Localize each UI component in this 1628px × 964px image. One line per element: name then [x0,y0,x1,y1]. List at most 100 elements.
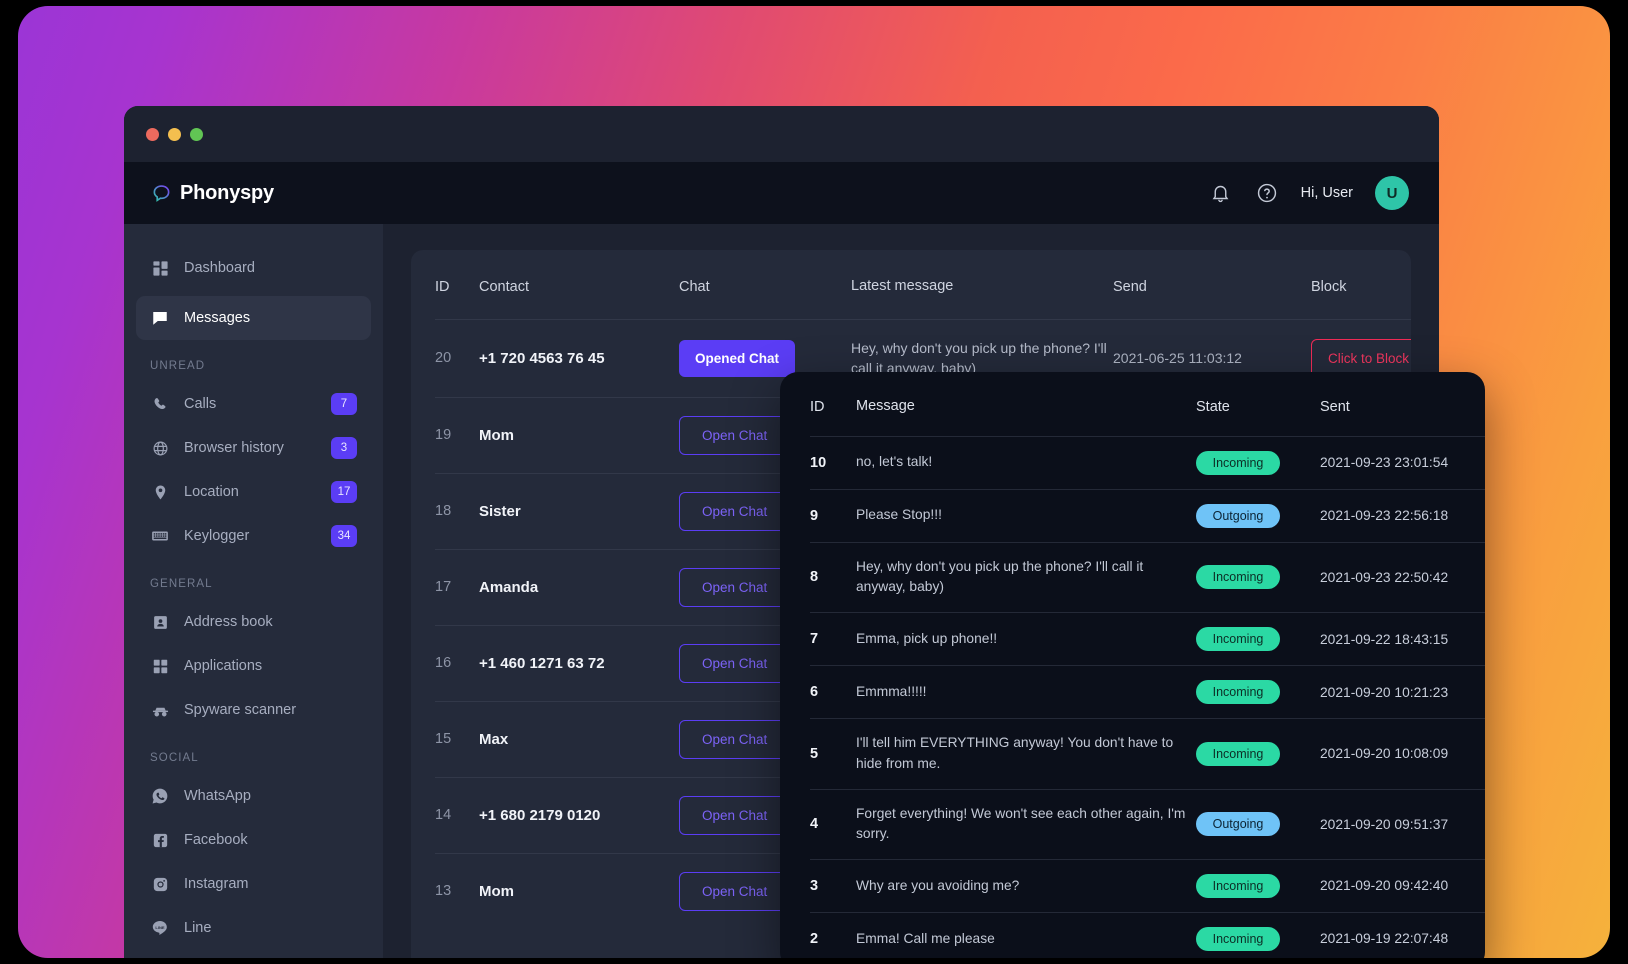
cell-id: 7 [810,612,856,666]
minimize-dot[interactable] [168,127,181,141]
cell-sent: 2021-09-20 09:51:37 [1320,788,1485,860]
column-header-sent: Sent [1320,398,1350,415]
column-header-send: Send [1113,278,1147,295]
svg-text:LINE: LINE [155,925,165,930]
open-chat-button[interactable]: Open Chat [679,795,791,835]
sidebar-item-label: Applications [184,658,263,674]
column-header-id: ID [810,398,825,415]
cell-id: 14 [435,776,479,854]
cell-id: 10 [810,435,856,490]
sidebar-item-line[interactable]: LINE Line [136,906,371,950]
bell-icon[interactable] [1209,181,1233,205]
cell-message: Please Stop!!! [856,488,1196,543]
cell-sent: 2021-09-23 23:01:54 [1320,435,1485,490]
sidebar-item-label: WhatsApp [184,788,251,804]
state-badge: Incoming [1196,741,1280,766]
brand-logo[interactable]: Phonyspy [152,182,274,205]
cell-sent: 2021-09-22 18:43:15 [1320,612,1485,666]
sidebar-item-address-book[interactable]: Address book [136,600,371,644]
message-row: 5 I'll tell him EVERYTHING anyway! You do… [810,718,1485,789]
cell-contact: +1 680 2179 0120 [479,776,679,854]
gradient-backdrop: Phonyspy Hi, User U Dashboard Messages U… [18,6,1610,958]
message-row: 3 Why are you avoiding me? Incoming 2021-09… [810,858,1485,913]
message-row: 8 Hey, why don't you pick up the phone? I… [810,541,1485,613]
state-badge: Outgoing [1196,812,1280,837]
line-icon: LINE [150,918,170,938]
cell-contact: Amanda [479,548,679,626]
question-circle-icon[interactable] [1255,181,1279,205]
column-header-latest-message: Latest message [851,278,954,294]
sidebar-item-spyware-scanner[interactable]: Spyware scanner [136,688,371,732]
opened-chat-button[interactable]: Opened Chat [679,339,796,377]
brand-name: Phonyspy [180,181,274,204]
cell-contact: Sister [479,472,679,550]
open-chat-button[interactable]: Open Chat [679,871,791,911]
topbar-actions: Hi, User U [1209,176,1409,210]
cell-id: 6 [810,665,856,719]
contact-card-icon [150,612,170,632]
app-topbar: Phonyspy Hi, User U [124,162,1439,224]
state-badge: Incoming [1196,565,1280,590]
sidebar-item-browser-history[interactable]: Browser history 3 [136,426,371,470]
close-dot[interactable] [146,127,159,141]
unread-badge: 34 [331,525,357,547]
sidebar-item-label: Spyware scanner [184,702,297,718]
cell-sent: 2021-09-19 22:07:48 [1320,911,1485,958]
message-table-body: 10 no, let's talk! Incoming 2021-09-23 23:0… [810,435,1485,958]
sidebar-item-instagram[interactable]: Instagram [136,862,371,906]
cell-contact: Mom [479,852,679,929]
sidebar-item-whatsapp[interactable]: WhatsApp [136,774,371,818]
open-chat-button[interactable]: Open Chat [679,567,791,607]
cell-message: Emma! Call me please [856,911,1196,958]
cell-sent: 2021-09-20 10:21:23 [1320,665,1485,719]
unread-badge: 7 [331,393,357,415]
cell-message: Hey, why don't you pick up the phone? I'… [856,541,1196,613]
sidebar-item-label: Facebook [184,832,248,848]
sidebar-item-applications[interactable]: Applications [136,644,371,688]
sidebar-section-unread-title: UNREAD [150,360,206,372]
speech-bubble-icon [152,184,171,203]
maximize-dot[interactable] [190,127,203,141]
cell-contact: Mom [479,396,679,474]
globe-icon [150,438,170,458]
apps-grid-icon [150,656,170,676]
cell-id: 4 [810,788,856,860]
sidebar-item-facebook[interactable]: Facebook [136,818,371,862]
cell-id: 13 [435,852,479,929]
grid-icon [150,258,170,278]
state-badge: Incoming [1196,926,1280,951]
cell-id: 17 [435,548,479,626]
sidebar-item-calls[interactable]: Calls 7 [136,382,371,426]
sidebar-item-label: Dashboard [184,260,255,276]
cell-message: Emmma!!!!! [856,665,1196,719]
sidebar-item-label: Location [184,484,239,500]
sidebar-item-messages[interactable]: Messages [136,296,371,340]
cell-id: 9 [810,488,856,543]
message-row: 10 no, let's talk! Incoming 2021-09-23 23:0… [810,435,1485,490]
sidebar-item-label: Line [184,920,212,936]
message-row: 6 Emmma!!!!! Incoming 2021-09-20 10:21:23 [810,665,1485,719]
open-chat-button[interactable]: Open Chat [679,643,791,683]
sidebar-item-keylogger[interactable]: Keylogger 34 [136,514,371,558]
sidebar-item-location[interactable]: Location 17 [136,470,371,514]
avatar[interactable]: U [1375,176,1409,210]
open-chat-button[interactable]: Open Chat [679,719,791,759]
window-titlebar [124,106,1439,162]
open-chat-button[interactable]: Open Chat [679,415,791,455]
message-table: ID Message State Sent 10 no, let's talk! I… [810,372,1485,958]
whatsapp-icon [150,786,170,806]
keyboard-icon [150,526,170,546]
phone-icon [150,394,170,414]
sidebar-item-label: Keylogger [184,528,250,544]
sidebar: Dashboard Messages UNREAD Calls 7 Browse… [124,224,383,958]
cell-sent: 2021-09-23 22:56:18 [1320,488,1485,543]
cell-id: 18 [435,472,479,550]
instagram-icon [150,874,170,894]
cell-message: Emma, pick up phone!! [856,612,1196,666]
cell-id: 5 [810,718,856,789]
sidebar-item-label: Messages [184,310,251,326]
cell-message: Forget everything! We won't see each oth… [856,788,1196,860]
cell-contact: +1 720 4563 76 45 [479,319,679,398]
open-chat-button[interactable]: Open Chat [679,491,791,531]
sidebar-item-dashboard[interactable]: Dashboard [136,246,371,290]
